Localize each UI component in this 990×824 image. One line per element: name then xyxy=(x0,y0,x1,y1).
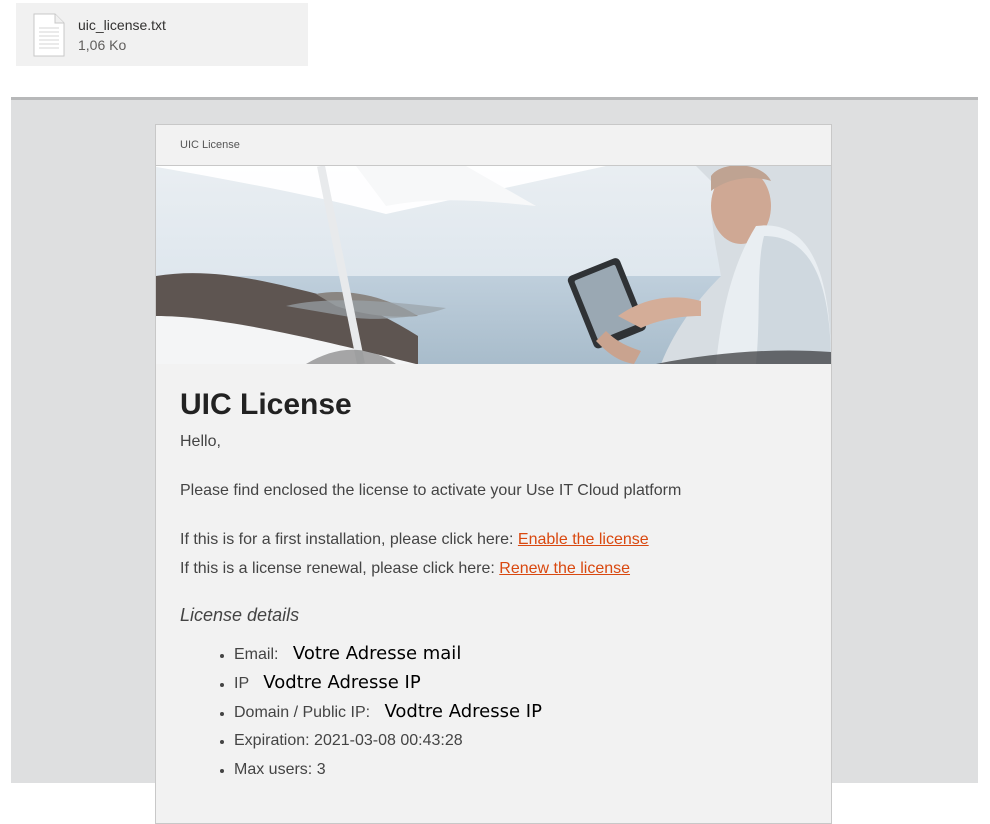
renewal-text: If this is a license renewal, please cli… xyxy=(180,560,500,577)
license-details-heading: License details xyxy=(180,605,300,625)
email-header-label: UIC License xyxy=(180,139,240,151)
detail-max-users-label: Max users: 3 xyxy=(234,761,326,778)
detail-ip: IP Vodtre Adresse IP xyxy=(234,673,807,702)
enable-license-link[interactable]: Enable the license xyxy=(518,531,649,548)
email-viewer: UIC License UIC License Hello, Please fi… xyxy=(11,97,978,824)
greeting: Hello, xyxy=(180,433,221,450)
first-install-text: If this is for a first installation, ple… xyxy=(180,531,518,548)
detail-email-label: Email: xyxy=(234,646,283,663)
text-file-icon xyxy=(33,13,65,57)
detail-expiration: Expiration: 2021-03-08 00:43:28 xyxy=(234,731,807,760)
email-title: UIC License xyxy=(180,388,352,421)
license-details-list: Email: Votre Adresse mail IP Vodtre Adre… xyxy=(180,644,807,789)
renew-license-link[interactable]: Renew the license xyxy=(499,560,630,577)
detail-domain-value: Vodtre Adresse IP xyxy=(384,701,542,722)
attachment-filesize: 1,06 Ko xyxy=(78,37,127,53)
detail-email-value: Votre Adresse mail xyxy=(292,643,462,664)
attachment-filename: uic_license.txt xyxy=(78,17,166,33)
intro-text: Please find enclosed the license to acti… xyxy=(180,482,682,499)
detail-expiration-label: Expiration: 2021-03-08 00:43:28 xyxy=(234,732,463,749)
email-card: UIC License UIC License Hello, Please fi… xyxy=(155,124,832,824)
detail-max-users: Max users: 3 xyxy=(234,760,807,789)
attachment-tile[interactable]: uic_license.txt 1,06 Ko xyxy=(16,3,308,66)
email-content: UIC License Hello, Please find enclosed … xyxy=(156,364,831,789)
detail-domain-label: Domain / Public IP: xyxy=(234,704,375,721)
detail-ip-label: IP xyxy=(234,675,254,692)
detail-domain: Domain / Public IP: Vodtre Adresse IP xyxy=(234,702,807,731)
renewal-line: If this is a license renewal, please cli… xyxy=(180,559,807,579)
first-install-line: If this is for a first installation, ple… xyxy=(180,530,807,550)
banner-image xyxy=(156,166,831,364)
email-header: UIC License xyxy=(156,125,831,166)
detail-email: Email: Votre Adresse mail xyxy=(234,644,807,673)
detail-ip-value: Vodtre Adresse IP xyxy=(263,672,421,693)
